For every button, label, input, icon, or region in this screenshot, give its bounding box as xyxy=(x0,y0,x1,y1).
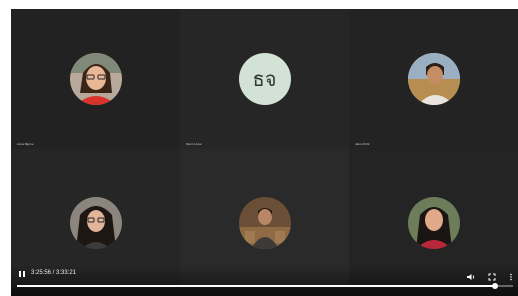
participant-tile: Jaron Pohl xyxy=(349,9,518,149)
video-player[interactable]: Anna Bjorne ธจ Simin Lhow Jaron Pohl 3:2… xyxy=(11,9,518,296)
participant-avatar xyxy=(69,53,122,105)
participant-name: Jaron Pohl xyxy=(355,142,370,146)
participant-grid: Anna Bjorne ธจ Simin Lhow Jaron Pohl xyxy=(11,9,518,287)
participant-avatar xyxy=(408,53,460,105)
participant-initials-avatar: ธจ xyxy=(238,53,291,105)
player-controls xyxy=(11,265,518,296)
participant-avatar xyxy=(69,197,122,249)
volume-icon[interactable] xyxy=(466,269,476,280)
pause-icon[interactable] xyxy=(17,269,27,279)
progress-bar[interactable] xyxy=(17,283,513,289)
participant-avatar xyxy=(408,197,460,249)
scrubber-handle[interactable] xyxy=(491,283,498,289)
participant-name: Simin Lhow xyxy=(186,142,202,146)
participant-name: Anna Bjorne xyxy=(17,142,34,146)
participant-tile: Anna Bjorne xyxy=(11,9,180,149)
participant-tile: ธจ Simin Lhow xyxy=(180,9,349,149)
time-display: 3:25:56 / 3:33:21 xyxy=(31,270,77,276)
fullscreen-icon[interactable] xyxy=(487,269,497,281)
more-vert-icon[interactable] xyxy=(506,269,516,281)
participant-avatar xyxy=(238,197,291,249)
progress-fill xyxy=(17,285,495,287)
